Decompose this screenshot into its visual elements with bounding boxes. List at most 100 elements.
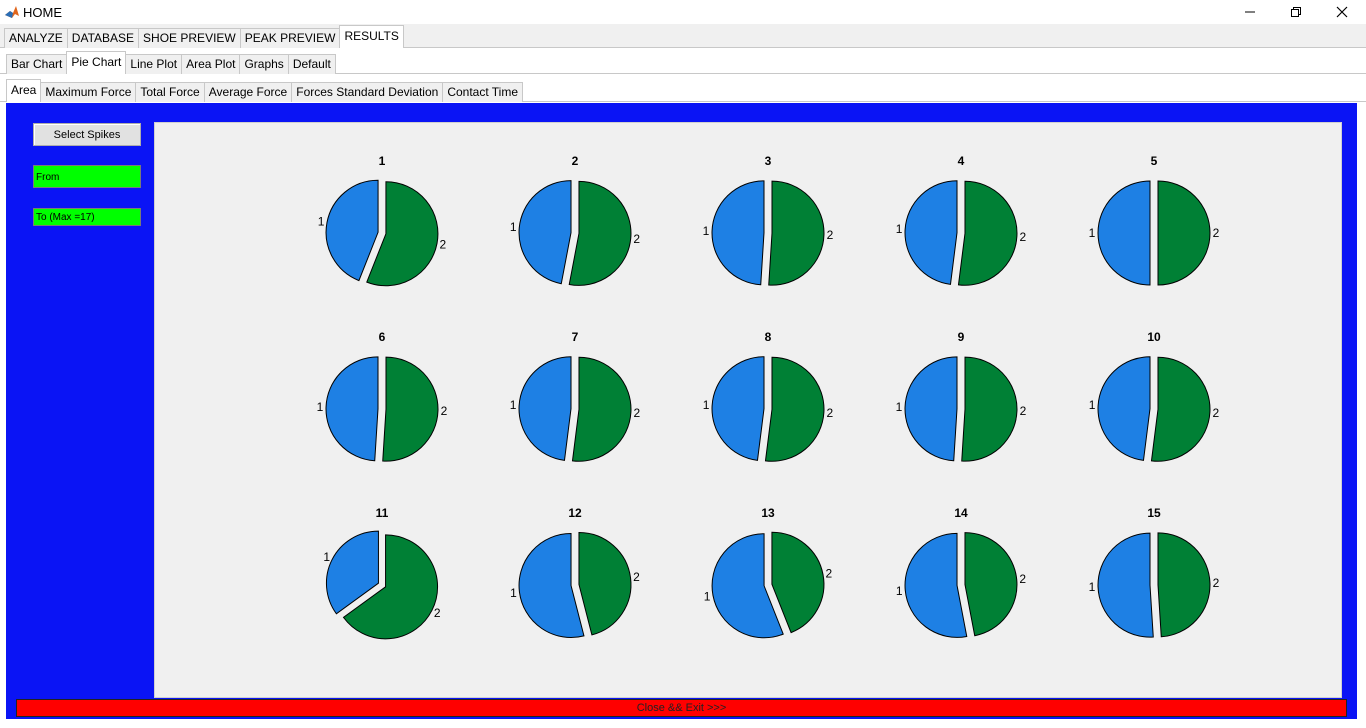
slice-label: 2 (826, 566, 833, 580)
tab-pie-chart[interactable]: Pie Chart (66, 51, 127, 74)
main-tab-row: ANALYZE DATABASE SHOE PREVIEW PEAK PREVIEW R… (4, 24, 404, 48)
slice-label: 2 (1020, 404, 1027, 418)
pie-slice-2 (568, 180, 632, 286)
slice-label: 1 (1089, 398, 1096, 412)
pie-slice-2 (382, 356, 439, 462)
slice-label: 2 (440, 238, 447, 252)
chart-type-tab-row: Bar Chart Pie Chart Line Plot Area Plot Grap… (6, 51, 336, 74)
tab-contact-time[interactable]: Contact Time (442, 82, 524, 102)
pie-slice-2 (1150, 356, 1211, 462)
slice-label: 1 (896, 400, 903, 414)
pie-title: 7 (572, 330, 579, 344)
pie-slice-2 (578, 531, 632, 636)
slice-label: 2 (1213, 226, 1220, 240)
pie-slice-2 (571, 356, 632, 462)
pie-chart: 151 2 (1089, 506, 1220, 638)
slice-label: 1 (1089, 226, 1096, 240)
tab-analyze[interactable]: ANALYZE (4, 28, 68, 48)
close-exit-button[interactable]: Close && Exit >>> (16, 699, 1347, 717)
slice-label: 1 (896, 222, 903, 236)
pie-slice-2 (957, 180, 1018, 286)
matlab-icon (4, 4, 20, 20)
pie-slice-1 (904, 180, 958, 285)
pie-slice-1 (1097, 356, 1151, 461)
from-field[interactable]: From (33, 165, 141, 188)
pie-slice-1 (1097, 180, 1151, 286)
window-title: HOME (23, 5, 62, 20)
slice-label: 1 (510, 586, 517, 600)
metric-tab-row: Area Maximum Force Total Force Average Forc… (6, 78, 524, 102)
slice-label: 2 (827, 228, 834, 242)
slice-label: 2 (633, 570, 640, 584)
slice-label: 2 (1019, 572, 1026, 586)
pie-chart: 6 1 2 (317, 330, 448, 462)
pie-chart: 9 1 2 (896, 330, 1027, 462)
pie-title: 6 (379, 330, 386, 344)
tab-shoe-preview[interactable]: SHOE PREVIEW (138, 28, 241, 48)
pie-slice-1 (325, 356, 379, 462)
pie-slice-1 (518, 180, 572, 285)
pie-slice-1 (518, 533, 585, 638)
slice-label: 2 (634, 406, 641, 420)
tab-results[interactable]: RESULTS (339, 25, 404, 48)
title-bar: HOME (0, 0, 1366, 24)
slice-label: 1 (1089, 580, 1096, 594)
pie-title: 3 (765, 154, 772, 168)
slice-label: 2 (633, 232, 640, 246)
pie-chart: 7 1 2 (510, 330, 641, 462)
tab-area-plot[interactable]: Area Plot (181, 54, 241, 74)
tab-default[interactable]: Default (287, 54, 336, 74)
slice-label: 1 (318, 214, 325, 228)
slice-label: 1 (896, 584, 903, 598)
tab-total-force[interactable]: Total Force (135, 82, 205, 102)
pie-slice-2 (1157, 180, 1211, 286)
pie-title: 15 (1147, 506, 1161, 520)
pie-chart-area: 1 1 2 2 1 2 3 1 2 4 1 2 5 1 2 6 1 2 7 1 2 8 1 2 9 1 2 10 1 2 11 1 2 12 1 2 1… (154, 122, 1342, 698)
slice-label: 1 (704, 590, 711, 604)
pie-title: 13 (761, 506, 775, 520)
pie-slice-2 (964, 532, 1018, 637)
pie-chart: 1 1 2 (318, 154, 447, 287)
pie-chart: 13 1 2 (704, 506, 833, 639)
slice-label: 2 (434, 606, 441, 620)
pie-title: 9 (958, 330, 965, 344)
pie-chart: 5 1 2 (1089, 154, 1220, 286)
tab-forces-standard-deviation[interactable]: Forces Standard Deviation (291, 82, 444, 102)
pie-slice-1 (325, 179, 379, 282)
tab-area[interactable]: Area (6, 79, 42, 102)
slice-label: 2 (1213, 406, 1220, 420)
pie-chart: 4 1 2 (896, 154, 1027, 286)
pie-slice-1 (904, 532, 968, 638)
pie-title: 1 (379, 154, 386, 168)
pie-chart: 1112 (323, 506, 441, 640)
pie-slice-2 (961, 356, 1018, 462)
pie-slice-2 (771, 531, 825, 634)
tab-maximum-force[interactable]: Maximum Force (40, 82, 137, 102)
minimize-button[interactable] (1227, 2, 1273, 22)
pie-title: 11 (376, 506, 389, 520)
tab-bar-chart[interactable]: Bar Chart (6, 54, 68, 74)
slice-label: 1 (703, 398, 710, 412)
tab-database[interactable]: DATABASE (66, 28, 140, 48)
close-button[interactable] (1319, 2, 1365, 22)
slice-label: 1 (510, 220, 517, 234)
select-spikes-button[interactable]: Select Spikes (33, 123, 141, 146)
slice-label: 1 (317, 400, 324, 414)
tab-graphs[interactable]: Graphs (239, 54, 289, 74)
minimize-icon (1245, 11, 1255, 13)
slice-label: 2 (827, 406, 834, 420)
pie-slice-1 (711, 180, 765, 286)
pie-chart: 2 1 2 (510, 154, 640, 286)
pie-slice-2 (768, 180, 825, 286)
pie-title: 12 (568, 506, 582, 520)
slice-label: 2 (1213, 576, 1220, 590)
restore-button[interactable] (1273, 2, 1319, 22)
pie-chart: 8 1 2 (703, 330, 834, 462)
pie-title: 4 (958, 154, 965, 168)
pie-chart: 3 1 2 (703, 154, 834, 286)
to-field[interactable]: To (Max =17) (33, 208, 141, 226)
tab-peak-preview[interactable]: PEAK PREVIEW (239, 28, 341, 48)
pie-chart: 1212 (510, 506, 640, 638)
tab-average-force[interactable]: Average Force (203, 82, 293, 102)
tab-line-plot[interactable]: Line Plot (125, 54, 183, 74)
